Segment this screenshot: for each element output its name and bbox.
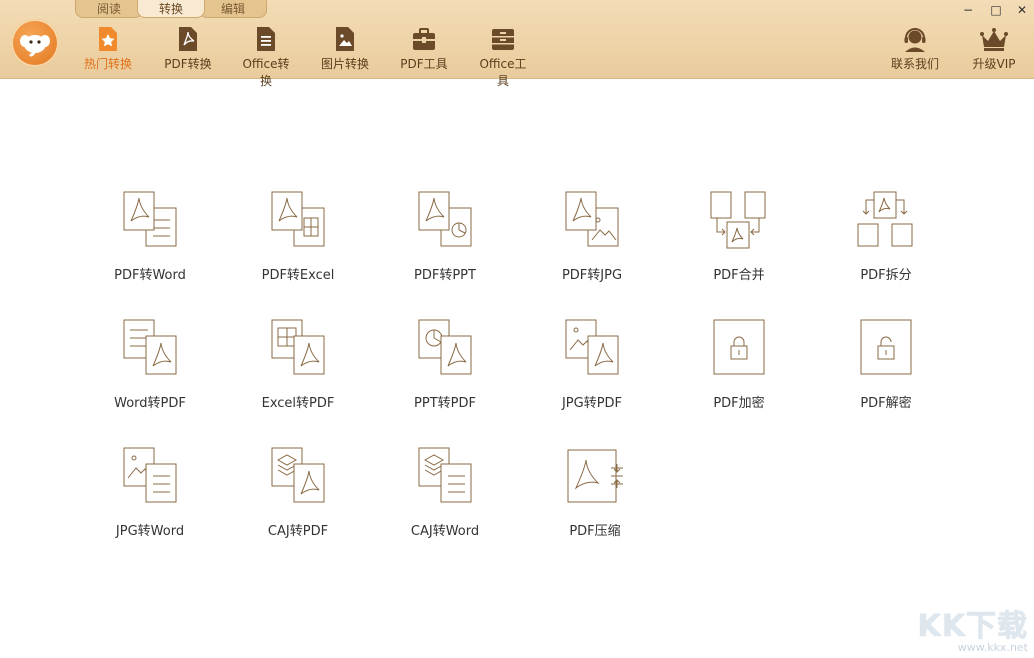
tab-read[interactable]: 阅读 — [75, 0, 143, 18]
crown-icon — [980, 28, 1008, 51]
feature-pdf-to-word[interactable]: PDF转Word — [90, 190, 210, 283]
toolbar-image-convert[interactable]: 图片转换 — [320, 26, 370, 72]
star-doc-icon — [99, 27, 117, 51]
feature-excel-to-pdf[interactable]: Excel转PDF — [238, 318, 358, 411]
contact-label: 联系我们 — [890, 57, 939, 71]
jpg-to-pdf-icon — [565, 319, 619, 375]
feature-pdf-to-excel[interactable]: PDF转Excel — [238, 190, 358, 283]
feature-caj-to-pdf[interactable]: CAJ转PDF — [238, 446, 358, 539]
toolbar-label: PDF转换 — [164, 57, 212, 71]
feature-pdf-encrypt[interactable]: PDF加密 — [679, 318, 799, 411]
feature-pdf-decrypt[interactable]: PDF解密 — [826, 318, 946, 411]
toolbar-label: Office工具 — [479, 57, 527, 88]
feature-label: PDF解密 — [860, 396, 912, 411]
watermark-brand: KK下载 — [917, 609, 1028, 644]
mode-tabs: 阅读 转换 编辑 — [75, 0, 267, 18]
pdf-decrypt-icon — [860, 319, 912, 375]
feature-label: PDF转Excel — [261, 268, 335, 283]
minimize-button[interactable]: − — [958, 3, 978, 17]
feature-label: PPT转PDF — [414, 396, 476, 411]
top-toolbar: 阅读 转换 编辑 热门转换 PDF转换 Office转换 图片转换 PDF工具 … — [0, 0, 1034, 88]
toolbar-hot-convert[interactable]: 热门转换 — [84, 26, 132, 72]
feature-label: CAJ转PDF — [267, 524, 329, 539]
toolbar-label: 图片转换 — [320, 57, 369, 71]
toolbar-label: 热门转换 — [84, 57, 133, 71]
tab-edit[interactable]: 编辑 — [199, 0, 267, 18]
elephant-logo-icon — [20, 35, 50, 57]
toolbar-pdf-tools[interactable]: PDF工具 — [400, 26, 448, 72]
feature-label: Word转PDF — [114, 396, 186, 411]
feature-pdf-to-ppt[interactable]: PDF转PPT — [385, 190, 505, 283]
toolbar-label: Office转换 — [242, 57, 290, 88]
image-doc-icon — [336, 27, 354, 51]
excel-to-pdf-icon — [271, 319, 325, 375]
toolbar-office-convert[interactable]: Office转换 — [238, 26, 294, 89]
pdf-to-excel-icon — [271, 191, 325, 247]
feature-caj-to-word[interactable]: CAJ转Word — [385, 446, 505, 539]
pdf-to-word-icon — [123, 191, 177, 247]
feature-jpg-to-word[interactable]: JPG转Word — [90, 446, 210, 539]
feature-label: PDF压缩 — [569, 524, 621, 539]
cabinet-icon — [492, 29, 514, 50]
caj-to-word-icon — [418, 447, 472, 503]
feature-jpg-to-pdf[interactable]: JPG转PDF — [532, 318, 652, 411]
tab-convert[interactable]: 转换 — [137, 0, 205, 18]
caj-to-pdf-icon — [271, 447, 325, 503]
feature-pdf-merge[interactable]: PDF合并 — [679, 190, 799, 283]
feature-label: PDF转JPG — [561, 268, 623, 283]
toolbar-office-tools[interactable]: Office工具 — [474, 26, 532, 89]
watermark: KK下载 www.kkx.net — [918, 601, 1029, 654]
pdf-compress-icon — [567, 449, 623, 503]
close-button[interactable]: ✕ — [1012, 3, 1032, 17]
feature-pdf-compress[interactable]: PDF压缩 — [535, 446, 655, 539]
feature-label: PDF转Word — [114, 268, 186, 283]
feature-label: Excel转PDF — [261, 396, 335, 411]
feature-ppt-to-pdf[interactable]: PPT转PDF — [385, 318, 505, 411]
feature-label: JPG转Word — [115, 524, 185, 539]
feature-label: PDF合并 — [713, 268, 765, 283]
jpg-to-word-icon — [123, 447, 177, 503]
toolbox-icon — [413, 28, 435, 50]
word-to-pdf-icon — [123, 319, 177, 375]
pdf-doc-icon — [179, 27, 197, 51]
app-logo — [11, 19, 59, 67]
pdf-encrypt-icon — [713, 319, 765, 375]
upgrade-label: 升级VIP — [972, 57, 1016, 71]
toolbar-label: PDF工具 — [400, 57, 448, 71]
office-doc-icon — [257, 27, 275, 51]
pdf-to-ppt-icon — [418, 191, 472, 247]
feature-label: PDF加密 — [713, 396, 765, 411]
headset-icon — [904, 28, 926, 52]
feature-label: PDF转PPT — [414, 268, 476, 283]
pdf-split-icon — [857, 191, 913, 247]
feature-word-to-pdf[interactable]: Word转PDF — [90, 318, 210, 411]
feature-pdf-split[interactable]: PDF拆分 — [826, 190, 946, 283]
pdf-to-jpg-icon — [565, 191, 619, 247]
ppt-to-pdf-icon — [418, 319, 472, 375]
feature-label: CAJ转Word — [410, 524, 480, 539]
feature-pdf-to-jpg[interactable]: PDF转JPG — [532, 190, 652, 283]
contact-us-button[interactable]: 联系我们 — [888, 26, 942, 72]
toolbar-pdf-convert[interactable]: PDF转换 — [164, 26, 212, 72]
feature-label: JPG转PDF — [561, 396, 623, 411]
pdf-merge-icon — [710, 191, 766, 249]
upgrade-vip-button[interactable]: 升级VIP — [968, 26, 1020, 72]
maximize-button[interactable]: □ — [986, 3, 1006, 17]
feature-label: PDF拆分 — [860, 268, 912, 283]
